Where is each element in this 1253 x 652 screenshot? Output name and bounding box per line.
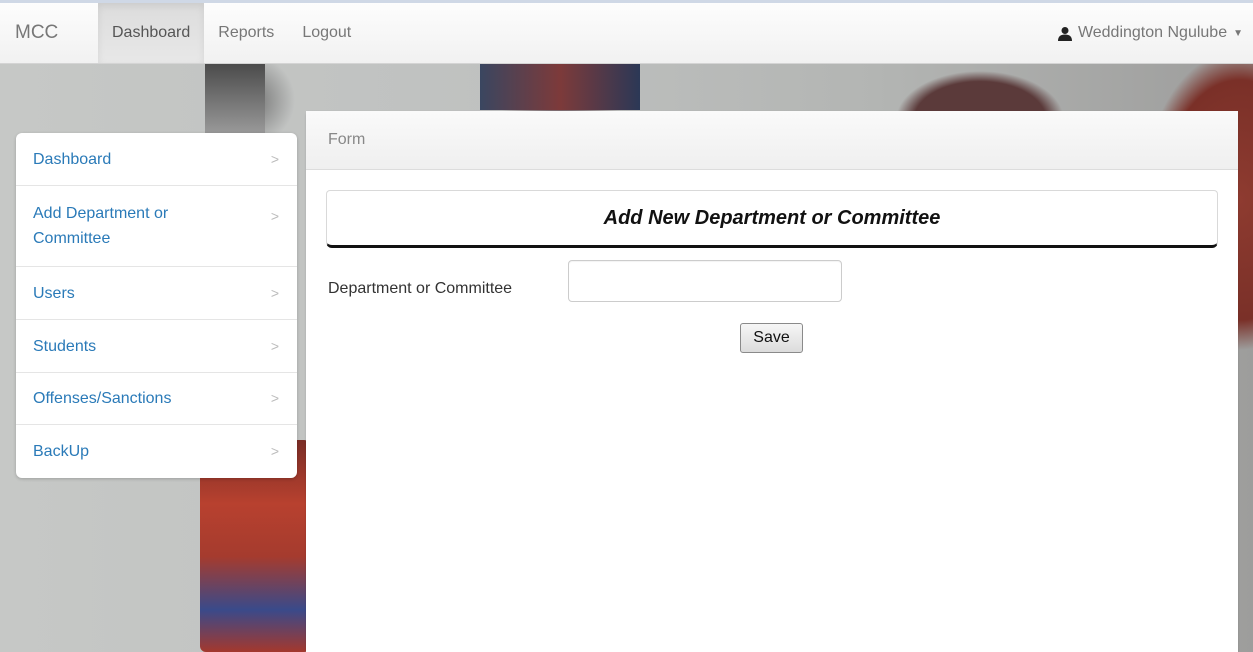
user-icon bbox=[1057, 26, 1073, 42]
sidebar-item-label: BackUp bbox=[33, 443, 90, 460]
nav-link-dashboard[interactable]: Dashboard bbox=[98, 3, 205, 63]
sidebar-item-dashboard[interactable]: Dashboard > bbox=[16, 133, 297, 186]
sidebar-item-label: Users bbox=[33, 284, 75, 302]
department-input[interactable] bbox=[568, 260, 842, 302]
user-menu[interactable]: Weddington Ngulube ▼ bbox=[1057, 3, 1253, 63]
form-title-box: Add New Department or Committee bbox=[326, 190, 1218, 248]
chevron-right-icon: > bbox=[270, 208, 279, 224]
chevron-right-icon: > bbox=[270, 284, 279, 301]
chevron-right-icon: > bbox=[270, 390, 279, 406]
chevron-right-icon: > bbox=[270, 150, 279, 167]
chevron-right-icon: > bbox=[270, 443, 279, 459]
sidebar-item-students[interactable]: Students > bbox=[16, 320, 297, 373]
panel-heading: Form bbox=[306, 111, 1238, 170]
sidebar-item-label: Students bbox=[33, 337, 97, 355]
form-title: Add New Department or Committee bbox=[603, 206, 941, 229]
sidebar-item-add-department[interactable]: Add Department or Committee > bbox=[16, 186, 297, 267]
sidebar-item-label: Dashboard bbox=[33, 150, 112, 168]
chevron-right-icon: > bbox=[270, 337, 279, 354]
save-button[interactable]: Save bbox=[740, 323, 803, 353]
sidebar-item-users[interactable]: Users > bbox=[16, 267, 297, 320]
nav-link-reports[interactable]: Reports bbox=[204, 3, 288, 63]
sidebar-item-label: Add Department or Committee bbox=[33, 205, 169, 247]
brand-logo[interactable]: MCC bbox=[0, 3, 98, 63]
top-navbar: MCC Dashboard Reports Logout Weddington … bbox=[0, 0, 1253, 64]
sidebar-item-backup[interactable]: BackUp > bbox=[16, 425, 297, 478]
user-name: Weddington Ngulube bbox=[1077, 24, 1228, 41]
background-photo-detail bbox=[205, 64, 265, 134]
sidebar-item-offenses[interactable]: Offenses/Sanctions > bbox=[16, 373, 297, 425]
nav-link-logout[interactable]: Logout bbox=[288, 3, 365, 63]
department-field-label: Department or Committee bbox=[328, 280, 513, 297]
sidebar-item-label: Offenses/Sanctions bbox=[33, 390, 172, 407]
form-panel: Form Add New Department or Committee Dep… bbox=[306, 111, 1238, 652]
background-photo-detail bbox=[480, 64, 640, 110]
caret-down-icon: ▼ bbox=[1233, 27, 1243, 39]
sidebar-menu: Dashboard > Add Department or Committee … bbox=[16, 133, 297, 478]
